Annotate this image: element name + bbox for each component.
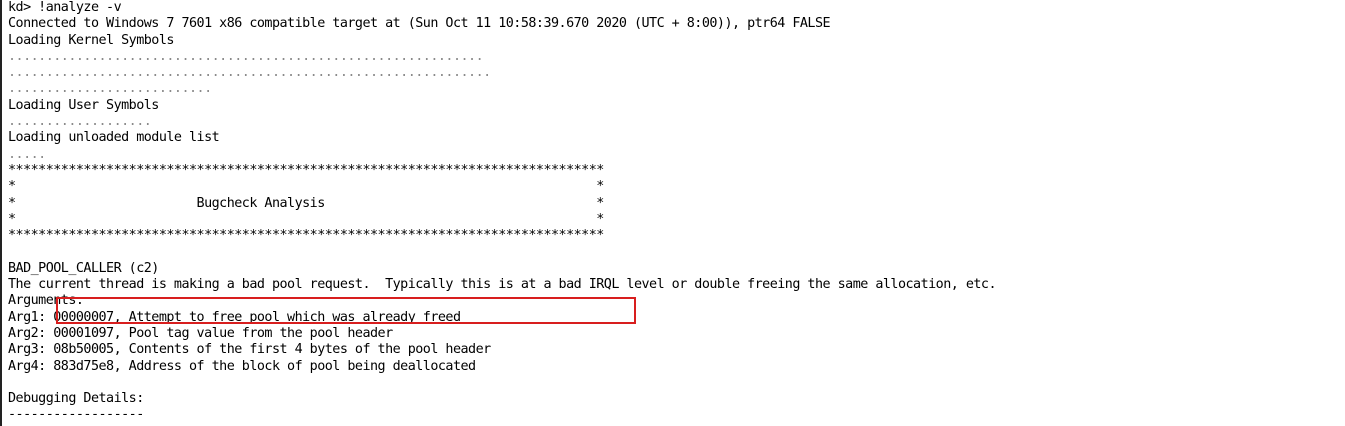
- output-line: Loading unloaded module list: [8, 130, 220, 146]
- window-left-border: [0, 0, 2, 426]
- output-line: ...................: [8, 114, 152, 130]
- output-line: ........................................…: [8, 65, 491, 81]
- output-line: * Bugcheck Analysis *: [8, 195, 604, 211]
- output-line: ........................................…: [8, 48, 484, 64]
- output-line: Arguments:: [8, 293, 84, 309]
- output-line: Arg2: 00001097, Pool tag value from the …: [8, 325, 393, 341]
- output-line: Arg1: 00000007, Attempt to free pool whi…: [8, 309, 461, 325]
- output-line: Arg3: 08b50005, Contents of the first 4 …: [8, 342, 491, 358]
- output-line: ------------------: [8, 407, 144, 423]
- output-line: ...........................: [8, 81, 212, 97]
- output-line: Loading User Symbols: [8, 97, 159, 113]
- output-line: .....: [8, 146, 46, 162]
- output-line: ****************************************…: [8, 162, 604, 178]
- output-line: Debugging Details:: [8, 391, 144, 407]
- output-line: ****************************************…: [8, 228, 604, 244]
- output-line: BAD_POOL_CALLER (c2): [8, 260, 159, 276]
- output-line: * *: [8, 211, 604, 227]
- output-line: * *: [8, 179, 604, 195]
- debugger-output-window[interactable]: kd> !analyze -v Connected to Windows 7 76…: [0, 0, 1345, 426]
- output-line: Loading Kernel Symbols: [8, 32, 174, 48]
- debugger-output-text: kd> !analyze -v Connected to Windows 7 76…: [8, 0, 1338, 424]
- output-line: The current thread is making a bad pool …: [8, 277, 997, 293]
- output-line: kd> !analyze -v: [8, 0, 122, 15]
- output-line: Arg4: 883d75e8, Address of the block of …: [8, 358, 476, 374]
- output-line: Connected to Windows 7 7601 x86 compatib…: [8, 16, 831, 32]
